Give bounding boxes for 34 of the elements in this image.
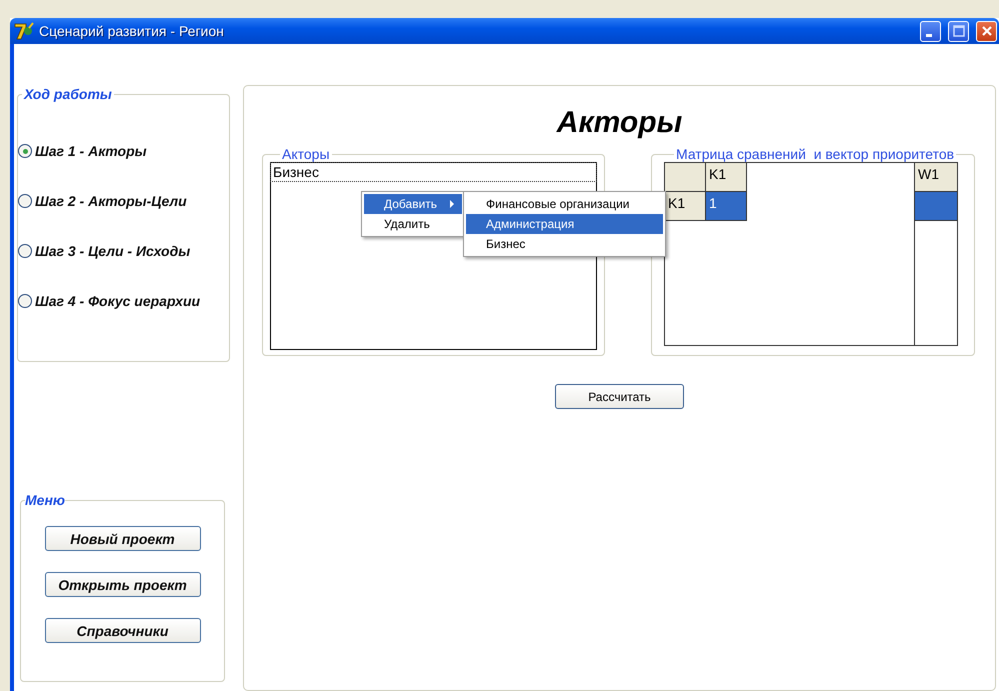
maximize-button[interactable] — [948, 20, 969, 42]
menu-item[interactable]: Администрация — [466, 214, 663, 234]
group-title: Меню — [25, 492, 66, 508]
step-label[interactable]: Шаг 3 - Цели - Исходы — [35, 243, 190, 259]
step-label[interactable]: Шаг 1 - Акторы — [35, 143, 147, 159]
window-title: Сценарий развития - Регион — [39, 23, 225, 39]
list-item[interactable]: Бизнес — [271, 163, 596, 181]
radio-button[interactable] — [18, 294, 32, 308]
menu-item[interactable]: Добавить — [364, 194, 462, 214]
close-icon — [980, 25, 992, 37]
close-button[interactable] — [976, 20, 997, 42]
step-label[interactable]: Шаг 4 - Фокус иерархии — [35, 293, 200, 309]
minimize-icon — [926, 34, 932, 36]
minimize-button[interactable] — [920, 20, 941, 42]
page-title: Акторы — [556, 106, 682, 140]
app-icon — [14, 22, 34, 40]
column-header: K1 — [706, 163, 747, 192]
maximize-icon — [952, 25, 964, 37]
radio-button[interactable] — [18, 194, 32, 208]
menu-button[interactable]: Справочники — [44, 618, 200, 643]
weight-cell[interactable] — [915, 192, 957, 221]
matrix-cell[interactable]: 1 — [706, 192, 747, 221]
calculate-button[interactable]: Рассчитать — [555, 384, 684, 409]
column-header: W1 — [915, 163, 957, 192]
row-header: K1 — [665, 192, 706, 221]
group-title: Матрица сравнений и вектор приоритетов — [675, 146, 956, 162]
radio-button[interactable] — [18, 244, 32, 258]
radio-button[interactable] — [18, 144, 32, 158]
menu-button[interactable]: Открыть проект — [44, 572, 200, 597]
step-label[interactable]: Шаг 2 - Акторы-Цели — [35, 193, 187, 209]
menu-item[interactable]: Удалить — [364, 214, 462, 234]
group-title: Акторы — [281, 146, 331, 162]
group-title: Ход работы — [22, 86, 113, 102]
menu-button[interactable]: Новый проект — [44, 526, 200, 551]
